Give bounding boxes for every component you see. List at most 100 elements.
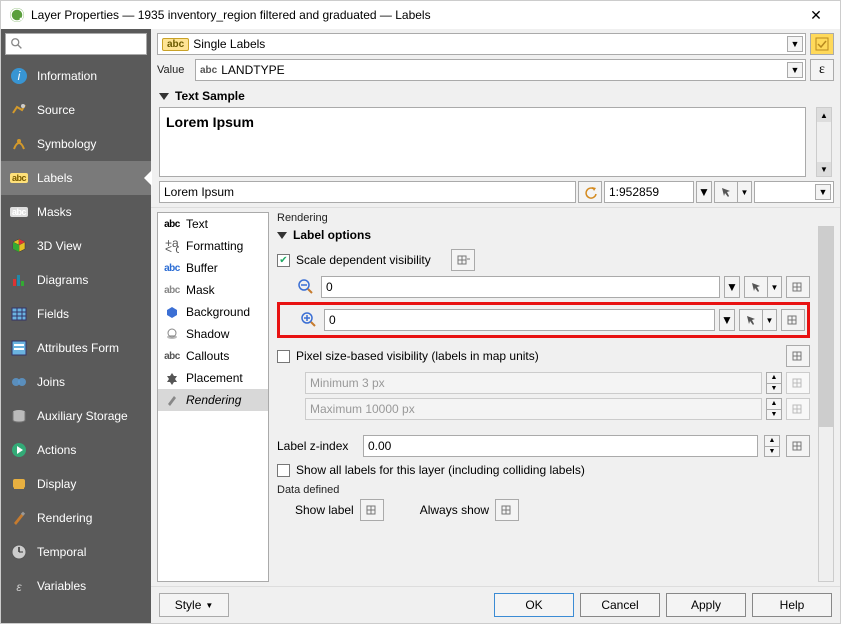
data-override-button[interactable] [451, 249, 475, 271]
scale-visibility-checkbox[interactable]: ✔ [277, 254, 290, 267]
clock-icon [9, 542, 29, 562]
sidebar-item-masks[interactable]: abc Masks [1, 195, 151, 229]
diagrams-icon [9, 270, 29, 290]
scale-dropdown-button[interactable]: ▼ [696, 181, 712, 203]
cancel-button[interactable]: Cancel [580, 593, 660, 617]
tab-text[interactable]: abcText [158, 213, 268, 235]
min-scale-input[interactable]: 0 [321, 276, 720, 298]
zindex-input[interactable]: 0.00 [363, 435, 758, 457]
always-show-override[interactable] [495, 499, 519, 521]
max-scale-input[interactable]: 0 [324, 309, 715, 331]
tab-shadow[interactable]: Shadow [158, 323, 268, 345]
ok-button[interactable]: OK [494, 593, 574, 617]
label-options-heading: Label options [293, 228, 371, 242]
svg-text:< c: < c [165, 242, 179, 253]
chevron-down-icon[interactable]: ▼ [738, 181, 752, 203]
sidebar-item-information[interactable]: i Information [1, 59, 151, 93]
pixel-visibility-checkbox[interactable] [277, 350, 290, 363]
min-px-input: Minimum 3 px [305, 372, 762, 394]
display-icon [9, 474, 29, 494]
sidebar-item-display[interactable]: Display [1, 467, 151, 501]
pixel-vis-override[interactable] [786, 345, 810, 367]
min-scale-picker[interactable]: ▼ [744, 276, 782, 298]
background-combo[interactable]: ▼ [754, 181, 834, 203]
min-scale-override[interactable] [786, 276, 810, 298]
tab-buffer[interactable]: abcBuffer [158, 257, 268, 279]
epsilon-icon: ε [819, 62, 825, 78]
sidebar-item-source[interactable]: Source [1, 93, 151, 127]
scroll-down-icon[interactable]: ▼ [817, 162, 831, 176]
sample-scale-input[interactable]: 1:952859 [604, 181, 694, 203]
max-scale-picker[interactable]: ▼ [739, 309, 777, 331]
style-label: Style [175, 598, 202, 612]
zindex-spinner[interactable]: ▲▼ [764, 435, 780, 457]
shadow-tab-icon [164, 326, 180, 342]
settings-scrollbar[interactable] [818, 226, 834, 582]
reset-sample-button[interactable] [578, 181, 602, 203]
sidebar-item-temporal[interactable]: Temporal [1, 535, 151, 569]
sidebar-item-joins[interactable]: Joins [1, 365, 151, 399]
sample-scale-value: 1:952859 [609, 185, 659, 199]
scrollbar-thumb[interactable] [819, 227, 833, 427]
tab-placement[interactable]: Placement [158, 367, 268, 389]
zindex-override[interactable] [786, 435, 810, 457]
label-mode-value: Single Labels [193, 37, 265, 51]
sidebar-item-auxiliary-storage[interactable]: Auxiliary Storage [1, 399, 151, 433]
tab-background[interactable]: Background [158, 301, 268, 323]
dialog-footer: Style▼ OK Cancel Apply Help [151, 586, 840, 623]
tab-mask[interactable]: abcMask [158, 279, 268, 301]
sidebar-item-symbology[interactable]: Symbology [1, 127, 151, 161]
show-label-override[interactable] [360, 499, 384, 521]
sidebar-item-variables[interactable]: ε Variables [1, 569, 151, 603]
callouts-tab-icon: abc [164, 348, 180, 364]
style-menu-button[interactable]: Style▼ [159, 593, 229, 617]
text-sample-header[interactable]: Text Sample [151, 85, 840, 107]
tab-rendering[interactable]: Rendering [158, 389, 268, 411]
sidebar-label: Actions [37, 443, 76, 457]
close-button[interactable]: ✕ [800, 7, 832, 24]
label-tabs: abcText +ab< cFormatting abcBuffer abcMa… [157, 212, 269, 582]
chevron-down-icon[interactable]: ▼ [768, 276, 782, 298]
chevron-down-icon[interactable]: ▼ [763, 309, 777, 331]
show-all-labels-label: Show all labels for this layer (includin… [296, 463, 585, 477]
sidebar-label: Attributes Form [37, 341, 119, 355]
label-options-header[interactable]: Label options [277, 224, 810, 246]
sidebar-item-attributes-form[interactable]: Attributes Form [1, 331, 151, 365]
max-px-input: Maximum 10000 px [305, 398, 762, 420]
text-sample-heading: Text Sample [175, 89, 245, 103]
sidebar-item-diagrams[interactable]: Diagrams [1, 263, 151, 297]
scroll-up-icon[interactable]: ▲ [817, 108, 831, 122]
max-scale-dropdown[interactable]: ▼ [719, 309, 735, 331]
sidebar-item-rendering[interactable]: Rendering [1, 501, 151, 535]
sidebar-item-labels[interactable]: abc Labels [1, 161, 151, 195]
actions-icon [9, 440, 29, 460]
label-mode-combo[interactable]: abc Single Labels ▼ [157, 33, 806, 55]
sidebar: i Information Source Symbology abc Label… [1, 29, 151, 623]
tab-label: Formatting [186, 239, 243, 253]
min-scale-dropdown[interactable]: ▼ [724, 276, 740, 298]
sample-text-input[interactable]: Lorem Ipsum [159, 181, 576, 203]
tab-formatting[interactable]: +ab< cFormatting [158, 235, 268, 257]
sidebar-label: Temporal [37, 545, 86, 559]
sidebar-search[interactable] [5, 33, 147, 55]
expression-button[interactable]: ε [810, 59, 834, 81]
value-field-combo[interactable]: abc LANDTYPE ▼ [195, 59, 806, 81]
data-defined-label: Data defined [277, 484, 810, 496]
sidebar-item-actions[interactable]: Actions [1, 433, 151, 467]
max-scale-override[interactable] [781, 309, 805, 331]
form-icon [9, 338, 29, 358]
map-preview-button[interactable]: ▼ [714, 181, 752, 203]
tab-label: Shadow [186, 327, 229, 341]
text-tab-icon: abc [164, 216, 180, 232]
apply-button[interactable]: Apply [666, 593, 746, 617]
show-all-labels-checkbox[interactable] [277, 464, 290, 477]
sidebar-label: Rendering [37, 511, 92, 525]
help-button[interactable]: Help [752, 593, 832, 617]
sample-scrollbar[interactable]: ▲ ▼ [816, 107, 832, 177]
sidebar-item-fields[interactable]: Fields [1, 297, 151, 331]
svg-text:i: i [18, 69, 21, 83]
value-field: LANDTYPE [221, 63, 284, 77]
tab-callouts[interactable]: abcCallouts [158, 345, 268, 367]
sidebar-item-3dview[interactable]: 3D View [1, 229, 151, 263]
labeling-options-button[interactable] [810, 33, 834, 55]
